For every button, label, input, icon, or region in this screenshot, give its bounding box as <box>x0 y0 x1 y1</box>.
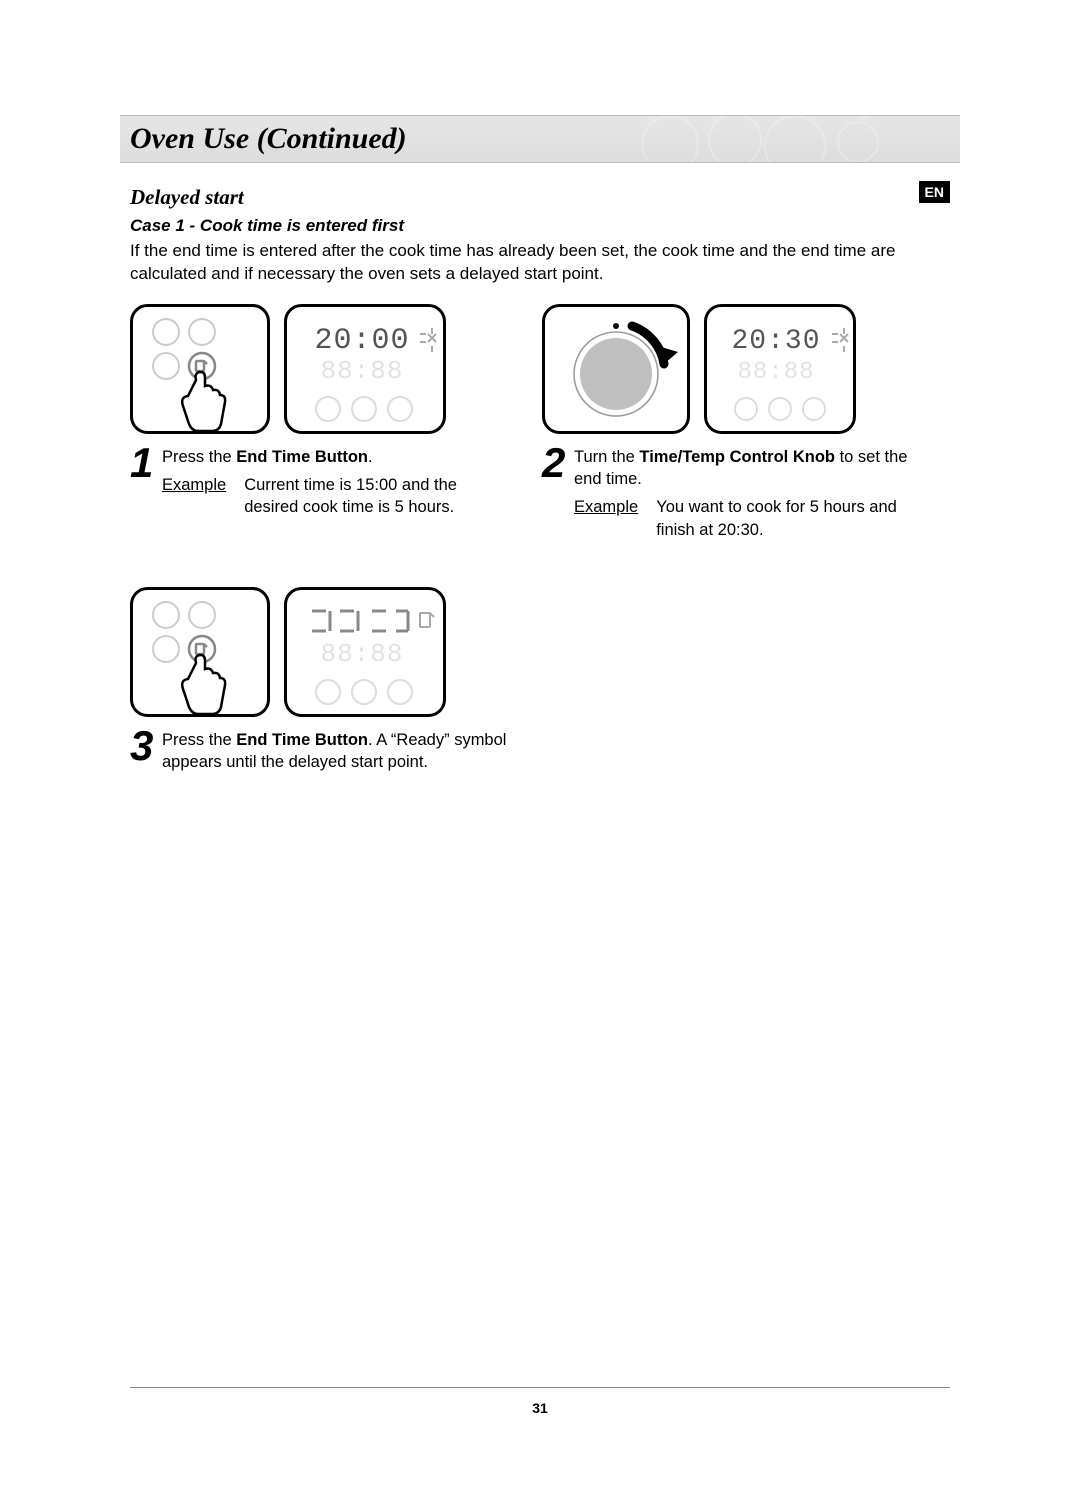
step-number: 3 <box>130 729 156 774</box>
case-heading: Case 1 - Cook time is entered first <box>130 216 404 236</box>
example-label: Example <box>574 496 638 541</box>
step-instruction: Press the End Time Button. A “Ready” sym… <box>162 731 506 771</box>
step-3-text: 3 Press the End Time Button. A “Ready” s… <box>130 729 510 774</box>
button-panel-icon <box>130 304 270 434</box>
display-panel-icon: 20:00 88:88 <box>284 304 446 434</box>
title-decoration-icon <box>640 115 900 163</box>
svg-text:88:88: 88:88 <box>737 359 814 386</box>
left-column: Delayed start Case 1 - Cook time is ente… <box>130 181 404 240</box>
step-3-illustration: 88:88 <box>130 587 510 717</box>
step-body: Press the End Time Button. Example Curre… <box>162 446 510 519</box>
page-footer: 31 <box>130 1387 950 1416</box>
page-title: Oven Use (Continued) <box>130 122 407 156</box>
subheading-row: Delayed start Case 1 - Cook time is ente… <box>130 181 950 240</box>
svg-text:88:88: 88:88 <box>320 356 403 386</box>
example-label: Example <box>162 474 226 519</box>
step-2-illustration: 20:30 88:88 <box>542 304 922 434</box>
step-instruction: Press the End Time Button. <box>162 448 373 466</box>
page: Oven Use (Continued) Delayed start Case … <box>0 0 1080 1486</box>
step-body: Press the End Time Button. A “Ready” sym… <box>162 729 510 774</box>
step-body: Turn the Time/Temp Control Knob to set t… <box>574 446 922 541</box>
step-1-text: 1 Press the End Time Button. Example Cur… <box>130 446 510 519</box>
display-value: 20:00 <box>314 324 409 358</box>
intro-paragraph: If the end time is entered after the coo… <box>130 240 950 286</box>
step-1-illustration: 20:00 88:88 <box>130 304 510 434</box>
section-heading: Delayed start <box>130 185 404 210</box>
step-number: 2 <box>542 446 568 541</box>
example: Example Current time is 15:00 and the de… <box>162 474 510 519</box>
title-bar: Oven Use (Continued) <box>120 115 960 163</box>
display-value: 20:30 <box>731 326 820 357</box>
step-number: 1 <box>130 446 156 519</box>
step-3: 88:88 3 Press the End Time Button. A “Re… <box>130 587 510 774</box>
step-2: 20:30 88:88 2 Turn the Time/Temp <box>542 304 922 541</box>
language-badge: EN <box>919 181 950 203</box>
display-panel-icon: 20:30 88:88 <box>704 304 856 434</box>
step-2-text: 2 Turn the Time/Temp Control Knob to set… <box>542 446 922 541</box>
knob-panel-icon <box>542 304 690 434</box>
step-instruction: Turn the Time/Temp Control Knob to set t… <box>574 448 907 488</box>
svg-text:88:88: 88:88 <box>320 639 403 669</box>
example-text: Current time is 15:00 and the desired co… <box>244 474 510 519</box>
example-text: You want to cook for 5 hours and finish … <box>656 496 922 541</box>
steps-grid: 20:00 88:88 1 Press the End Time <box>130 304 950 774</box>
display-panel-icon: 88:88 <box>284 587 446 717</box>
button-panel-icon <box>130 587 270 717</box>
example: Example You want to cook for 5 hours and… <box>574 496 922 541</box>
step-1: 20:00 88:88 1 Press the End Time <box>130 304 510 541</box>
page-number: 31 <box>532 1400 548 1416</box>
